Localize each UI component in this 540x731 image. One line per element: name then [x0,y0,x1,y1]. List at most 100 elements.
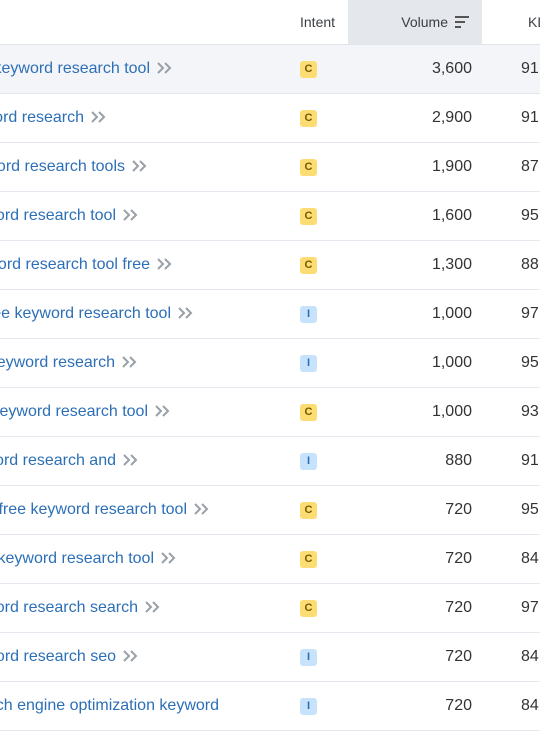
keyword-cell: word research tool [0,192,260,240]
keyword-link[interactable]: keyword research tool [0,550,154,567]
keyword-link[interactable]: word research and [0,452,116,469]
kd-cell: 84 [521,550,539,567]
keyword-cell: keyword research tool [0,535,260,583]
table-row[interactable]: free keyword research tool I 1,000 97 [0,290,540,339]
table-row[interactable]: keyword research tool C 3,600 91 [0,45,540,94]
open-keyword-overview-icon[interactable] [193,503,209,515]
keyword-link[interactable]: free keyword research tool [0,501,187,518]
volume-cell: 720 [445,697,472,714]
keyword-link-container: word research tools [0,143,147,191]
intent-commercial-badge[interactable]: C [300,551,317,568]
intent-column-header[interactable]: Intent [300,0,335,44]
table-row[interactable]: free keyword research tool C 720 95 [0,486,540,535]
intent-informational-badge[interactable]: I [300,649,317,666]
kd-cell: 87 [521,158,539,175]
keyword-cell: word research tools [0,143,260,191]
keyword-cell: search engine optimization keyword [0,682,260,730]
kd-cell: 91 [521,452,539,469]
keyword-link-container: keyword research tool [0,535,176,583]
open-keyword-overview-icon[interactable] [122,209,138,221]
intent-commercial-badge[interactable]: C [300,159,317,176]
intent-commercial-badge[interactable]: C [300,502,317,519]
intent-commercial-badge[interactable]: C [300,257,317,274]
keyword-link-container: word research seo [0,633,138,681]
volume-cell: 720 [445,550,472,567]
table-row[interactable]: word research tool free C 1,300 88 [0,241,540,290]
keyword-cell: word research search [0,584,260,632]
keyword-link[interactable]: free keyword research tool [0,305,171,322]
intent-commercial-badge[interactable]: C [300,600,317,617]
kd-column-header[interactable]: KD [528,0,540,44]
open-keyword-overview-icon[interactable] [122,454,138,466]
sort-descending-icon[interactable] [455,15,469,29]
kd-cell: 95 [521,354,539,371]
open-keyword-overview-icon[interactable] [156,258,172,270]
open-keyword-overview-icon[interactable] [144,601,160,613]
intent-commercial-badge[interactable]: C [300,208,317,225]
open-keyword-overview-icon[interactable] [160,552,176,564]
kd-cell: 95 [521,501,539,518]
keyword-link[interactable]: keyword research [0,354,115,371]
open-keyword-overview-icon[interactable] [90,111,106,123]
intent-informational-badge[interactable]: I [300,453,317,470]
kd-cell: 91 [521,109,539,126]
open-keyword-overview-icon[interactable] [156,62,172,74]
keyword-link-container: keyword research tool [0,45,172,93]
volume-cell: 880 [445,452,472,469]
keyword-table: Intent Volume KD keyword research tool C 3… [0,0,540,731]
keyword-link-container: word research tool [0,192,138,240]
open-keyword-overview-icon[interactable] [121,356,137,368]
open-keyword-overview-icon[interactable] [177,307,193,319]
keyword-link[interactable]: word research tools [0,158,125,175]
keyword-link-container: free keyword research tool [0,486,209,534]
volume-cell: 3,600 [431,60,472,77]
kd-cell: 84 [521,697,539,714]
keyword-link[interactable]: word research seo [0,648,116,665]
table-row[interactable]: word research tools C 1,900 87 [0,143,540,192]
keyword-link[interactable]: word research tool [0,207,116,224]
table-row[interactable]: word research search C 720 97 [0,584,540,633]
table-row[interactable]: keyword research tool C 720 84 [0,535,540,584]
table-row[interactable]: keyword research tool C 1,000 93 [0,388,540,437]
kd-cell: 93 [521,403,539,420]
intent-informational-badge[interactable]: I [300,698,317,715]
intent-commercial-badge[interactable]: C [300,61,317,78]
keyword-link[interactable]: word research search [0,599,138,616]
volume-cell: 1,300 [431,256,472,273]
table-row[interactable]: search engine optimization keyword I 720 84 [0,682,540,731]
keyword-link-container: free keyword research tool [0,290,193,338]
keyword-cell: free keyword research tool [0,290,260,338]
keyword-link[interactable]: word research [0,109,84,126]
open-keyword-overview-icon[interactable] [122,650,138,662]
table-row[interactable]: word research C 2,900 91 [0,94,540,143]
keyword-link-container: word research tool free [0,241,172,289]
kd-cell: 88 [521,256,539,273]
open-keyword-overview-icon[interactable] [131,160,147,172]
table-row[interactable]: word research and I 880 91 [0,437,540,486]
keyword-cell: word research tool free [0,241,260,289]
keyword-cell: keyword research [0,339,260,387]
kd-cell: 97 [521,305,539,322]
intent-informational-badge[interactable]: I [300,306,317,323]
intent-commercial-badge[interactable]: C [300,110,317,127]
intent-commercial-badge[interactable]: C [300,404,317,421]
table-row[interactable]: word research seo I 720 84 [0,633,540,682]
keyword-cell: keyword research tool [0,388,260,436]
keyword-link[interactable]: search engine optimization keyword [0,697,219,714]
keyword-link[interactable]: keyword research tool [0,60,150,77]
volume-cell: 720 [445,648,472,665]
volume-column-header[interactable]: Volume [348,0,482,44]
table-body: keyword research toolC3,60091word resear… [0,45,540,731]
keyword-cell: keyword research tool [0,45,260,93]
table-row[interactable]: keyword research I 1,000 95 [0,339,540,388]
keyword-link-container: search engine optimization keyword [0,682,219,730]
keyword-cell: word research and [0,437,260,485]
table-row[interactable]: word research tool C 1,600 95 [0,192,540,241]
volume-cell: 1,000 [431,403,472,420]
intent-informational-badge[interactable]: I [300,355,317,372]
keyword-link[interactable]: word research tool free [0,256,150,273]
open-keyword-overview-icon[interactable] [154,405,170,417]
kd-cell: 91 [521,60,539,77]
kd-cell: 97 [521,599,539,616]
keyword-link[interactable]: keyword research tool [0,403,148,420]
